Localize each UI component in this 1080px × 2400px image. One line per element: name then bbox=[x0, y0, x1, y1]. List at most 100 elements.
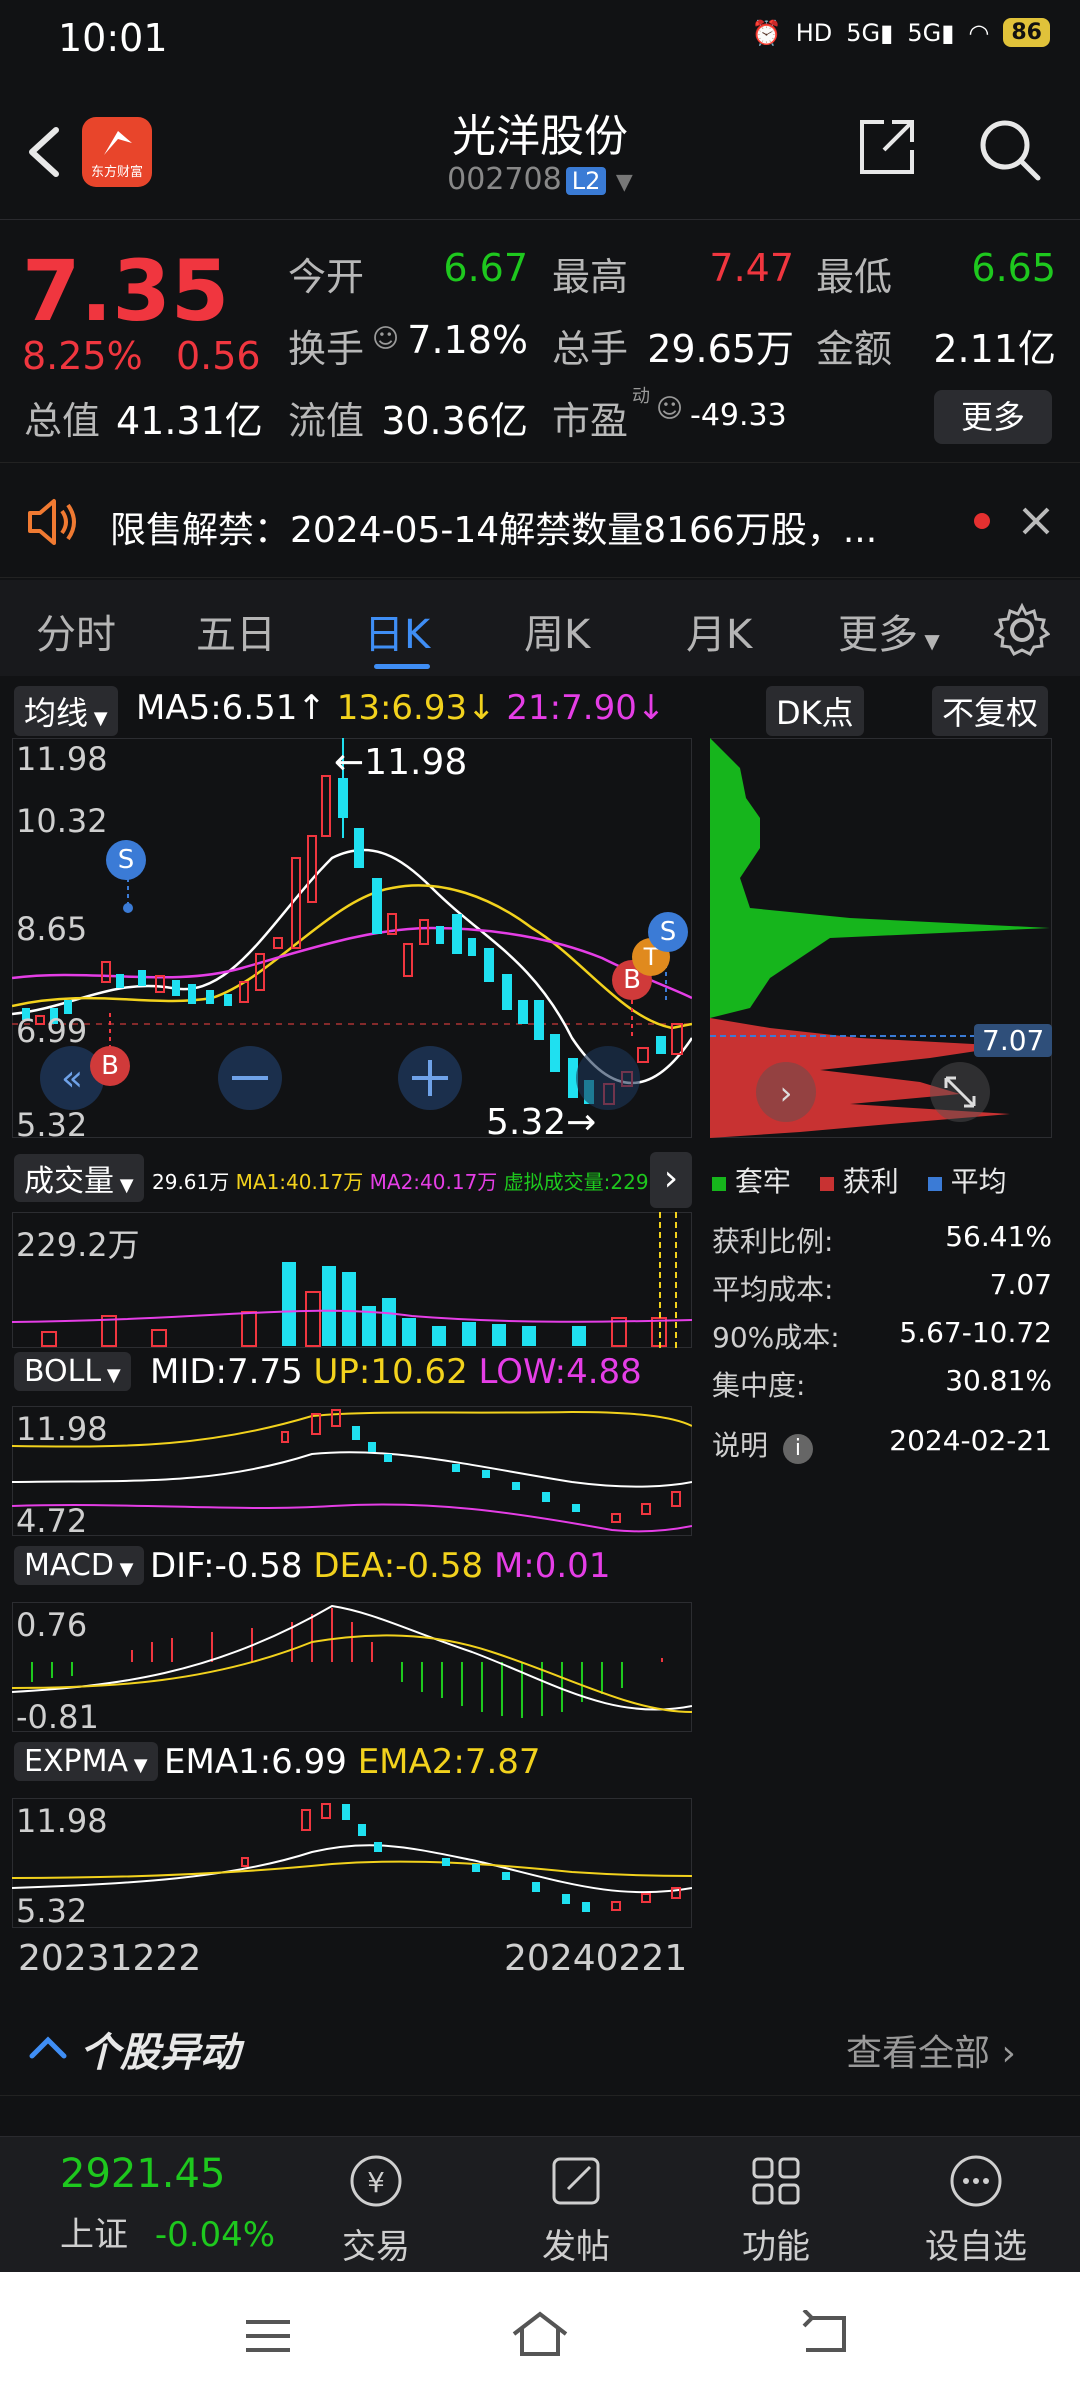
menu-icon[interactable] bbox=[244, 2316, 292, 2356]
volume-selector[interactable]: 成交量 ▼ bbox=[14, 1154, 144, 1202]
function-button[interactable]: 功能 bbox=[696, 2151, 856, 2268]
search-icon[interactable] bbox=[976, 116, 1044, 184]
turnover-value: 7.18% bbox=[407, 318, 528, 362]
max-price-label: ←11.98 bbox=[334, 742, 468, 783]
expma-chart[interactable] bbox=[12, 1798, 692, 1928]
dropdown-icon: ▼ bbox=[113, 1559, 134, 1580]
float-label: 流值 bbox=[288, 399, 365, 443]
tab-week-k[interactable]: 周K bbox=[524, 602, 590, 660]
end-date: 20240221 bbox=[504, 1938, 688, 1979]
close-icon[interactable] bbox=[1020, 505, 1052, 537]
boll-chart[interactable] bbox=[12, 1406, 692, 1536]
tab-timeshare[interactable]: 分时 bbox=[36, 602, 116, 660]
expma-y-bottom: 5.32 bbox=[16, 1892, 88, 1930]
stock-movement-section[interactable]: 个股异动 查看全部 › bbox=[0, 1996, 1080, 2096]
pe-label: 市盈 bbox=[552, 399, 629, 443]
volume-label: 总手 bbox=[552, 327, 629, 371]
ma-selector[interactable]: 均线 ▼ bbox=[14, 686, 118, 736]
profit-ratio-value: 56.41% bbox=[945, 1220, 1052, 1253]
sell-marker-2[interactable]: S bbox=[648, 912, 688, 952]
signal-5g-icon: 5G▮ bbox=[846, 18, 894, 47]
notice-bar[interactable]: 限售解禁：2024-05-14解禁数量8166万股，... bbox=[0, 462, 1080, 578]
ma21-value: 21:7.90 bbox=[506, 688, 637, 728]
unread-dot bbox=[974, 513, 990, 529]
avg-swatch bbox=[927, 1177, 942, 1191]
notice-text: 限售解禁：2024-05-14解禁数量8166万股，... bbox=[110, 510, 878, 551]
high-value: 7.47 bbox=[709, 246, 794, 290]
y-label-2: 10.32 bbox=[16, 802, 108, 840]
chart-area: 均线 ▼ MA5:6.51↑ 13:6.93↓ 21:7.90↓ DK点 不复权 bbox=[0, 676, 1080, 1996]
info-icon[interactable]: ☺ bbox=[372, 324, 399, 354]
stock-header: 东方财富 光洋股份 002708 L2 ▼ bbox=[0, 80, 1080, 220]
home-icon[interactable] bbox=[508, 2308, 572, 2360]
concentration-label: 集中度: bbox=[712, 1369, 806, 1402]
start-date: 20231222 bbox=[18, 1938, 202, 1979]
amount-label: 金额 bbox=[816, 327, 893, 371]
avg-cost-label: 平均成本: bbox=[712, 1273, 834, 1306]
index-value: 2921.45 bbox=[60, 2151, 226, 2197]
trade-button[interactable]: ¥ 交易 bbox=[296, 2151, 456, 2268]
adjust-button[interactable]: 不复权 bbox=[932, 686, 1049, 736]
explain-link[interactable]: 说明 i bbox=[712, 1424, 813, 1464]
dropdown-icon: ▼ bbox=[615, 170, 633, 195]
volume-current: 29.61万 bbox=[152, 1170, 230, 1194]
chevron-up-icon[interactable] bbox=[28, 2032, 68, 2062]
ma5-value: MA5:6.51 bbox=[136, 688, 298, 728]
volume-ma2: MA2:40.17万 bbox=[369, 1170, 498, 1194]
pe-info-icon[interactable]: ☺ bbox=[656, 394, 683, 424]
buy-marker[interactable]: B bbox=[90, 1046, 130, 1086]
volume-value: 29.65万 bbox=[647, 327, 794, 371]
tab-day-k[interactable]: 日K bbox=[364, 602, 430, 660]
sell-marker[interactable]: S bbox=[106, 840, 146, 880]
tab-five-day[interactable]: 五日 bbox=[196, 602, 276, 660]
macd-legend: DIF:-0.58 DEA:-0.58 M:0.01 bbox=[150, 1546, 611, 1586]
alarm-icon: ⏰ bbox=[751, 18, 782, 47]
volume-y-label: 229.2万 bbox=[16, 1226, 140, 1264]
chevron-right-icon: › bbox=[990, 2033, 1016, 2074]
expma-legend: EMA1:6.99 EMA2:7.87 bbox=[164, 1742, 541, 1782]
svg-text:«: « bbox=[61, 1058, 83, 1099]
profit-swatch bbox=[819, 1177, 834, 1191]
chip-legend: 套牢 获利 平均 bbox=[712, 1160, 1007, 1200]
quote-panel: 7.35 8.25% 0.56 总值 41.31亿 今开 6.67 最高 7.4… bbox=[0, 222, 1080, 462]
boll-selector[interactable]: BOLL ▼ bbox=[14, 1352, 131, 1391]
expand-arrow-icon[interactable]: › bbox=[650, 1152, 692, 1208]
more-button[interactable]: 更多 bbox=[934, 390, 1052, 444]
macd-y-top: 0.76 bbox=[16, 1606, 88, 1644]
more-dots-icon bbox=[950, 2155, 1002, 2207]
boll-y-top: 11.98 bbox=[16, 1410, 108, 1448]
index-info: 上证 -0.04% bbox=[60, 2215, 276, 2255]
add-watchlist-button[interactable]: 设自选 bbox=[896, 2151, 1056, 2268]
mktcap-value: 41.31亿 bbox=[116, 399, 263, 443]
y-label-4: 6.99 bbox=[16, 1012, 88, 1050]
pe-sup: 动 bbox=[632, 386, 650, 407]
stock-code: 002708 bbox=[447, 162, 562, 197]
settings-gear-icon[interactable] bbox=[994, 602, 1050, 658]
info-icon: i bbox=[782, 1434, 813, 1464]
amount-value: 2.11亿 bbox=[933, 327, 1056, 371]
macd-selector[interactable]: MACD ▼ bbox=[14, 1546, 144, 1585]
cost-90-value: 5.67-10.72 bbox=[899, 1316, 1052, 1349]
boll-y-bottom: 4.72 bbox=[16, 1502, 88, 1540]
tab-month-k[interactable]: 月K bbox=[686, 602, 752, 660]
chip-distribution-chart[interactable]: › bbox=[710, 738, 1052, 1138]
edit-icon bbox=[552, 2157, 600, 2205]
status-icons: ⏰ HD 5G▮ 5G▮ ◠ 86 bbox=[752, 18, 1050, 47]
dk-point-button[interactable]: DK点 bbox=[766, 686, 864, 736]
share-icon[interactable] bbox=[856, 116, 918, 178]
post-button[interactable]: 发帖 bbox=[496, 2151, 656, 2268]
macd-chart[interactable] bbox=[12, 1602, 692, 1732]
stock-code-row[interactable]: 002708 L2 ▼ bbox=[0, 162, 1080, 197]
battery-icon: 86 bbox=[1003, 18, 1050, 47]
trapped-chips bbox=[710, 738, 1050, 1018]
view-all-link[interactable]: 查看全部 › bbox=[846, 2024, 1016, 2076]
back-nav-icon[interactable] bbox=[796, 2310, 852, 2358]
y-label-3: 8.65 bbox=[16, 910, 88, 948]
index-widget[interactable]: 2921.45 上证 -0.04% bbox=[60, 2151, 290, 2256]
tab-more[interactable]: 更多 ▼ bbox=[838, 602, 940, 660]
wifi-icon: ◠ bbox=[968, 18, 990, 47]
dropdown-icon: ▼ bbox=[114, 1175, 134, 1196]
l2-badge: L2 bbox=[565, 167, 607, 195]
change-amount: 0.56 bbox=[176, 334, 261, 378]
expma-selector[interactable]: EXPMA ▼ bbox=[14, 1742, 158, 1781]
